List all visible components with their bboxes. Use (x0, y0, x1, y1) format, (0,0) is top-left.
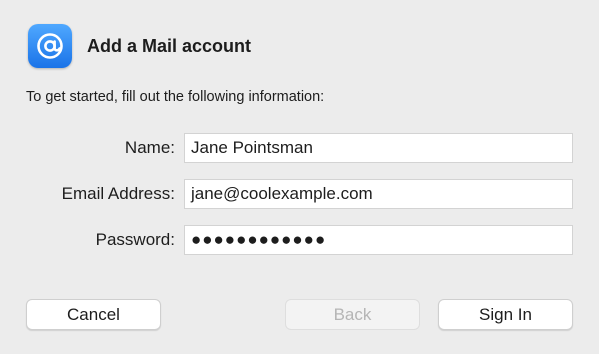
cancel-button[interactable]: Cancel (26, 299, 161, 330)
email-row: Email Address: jane@coolexample.com (0, 179, 599, 209)
name-row: Name: Jane Pointsman (0, 133, 599, 163)
intro-text: To get started, fill out the following i… (26, 89, 325, 105)
email-label: Email Address: (61, 184, 175, 203)
name-label: Name: (124, 138, 175, 157)
add-mail-account-dialog: Add a Mail account To get started, fill … (0, 0, 599, 354)
dialog-title: Add a Mail account (87, 35, 252, 56)
email-field[interactable]: jane@coolexample.com (184, 179, 573, 209)
at-sign-mail-icon (28, 24, 72, 68)
sign-in-button[interactable]: Sign In (438, 299, 573, 330)
password-row: Password: ●●●●●●●●●●●● (0, 225, 599, 255)
password-label: Password: (95, 230, 175, 249)
back-button[interactable]: Back (285, 299, 420, 330)
password-field[interactable]: ●●●●●●●●●●●● (184, 225, 573, 255)
dialog-header: Add a Mail account (28, 24, 251, 68)
name-field[interactable]: Jane Pointsman (184, 133, 573, 163)
